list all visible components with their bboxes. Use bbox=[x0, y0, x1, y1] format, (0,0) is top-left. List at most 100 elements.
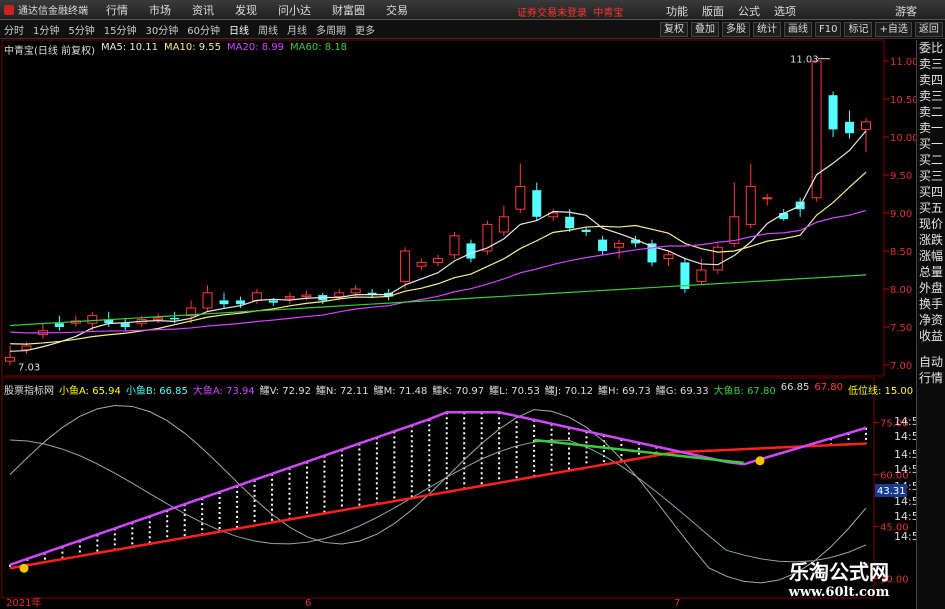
indicator-field: 鱷M: 71.48 bbox=[373, 386, 428, 397]
price-panel-header: 中青宝(日线 前复权) MA5: 10.11 MA10: 9.55 MA20: … bbox=[4, 42, 347, 57]
candle-up bbox=[515, 185, 526, 210]
candle-up bbox=[251, 292, 262, 301]
candle-up bbox=[284, 296, 295, 299]
indicator-field: 鱷J: 70.12 bbox=[544, 386, 594, 397]
indicator-side-tab-0[interactable]: 自动 bbox=[917, 354, 945, 370]
price-tick-label: 9.00 bbox=[890, 209, 912, 220]
side-tab-0[interactable]: 委比 bbox=[917, 40, 945, 56]
ma5-value: MA5: 10.11 bbox=[100, 42, 158, 53]
indicator-name[interactable]: 股票指标网 bbox=[4, 382, 54, 397]
ma60-value: MA60: 8.18 bbox=[290, 42, 348, 53]
candle-up bbox=[663, 254, 674, 260]
indicator-field: 鱷N: 72.11 bbox=[315, 386, 369, 397]
candle-up bbox=[400, 250, 411, 282]
side-tab-18[interactable]: 收益 bbox=[917, 328, 945, 344]
candle-up bbox=[153, 317, 164, 320]
indicator-field: 小鱼A: 65.94 bbox=[59, 386, 121, 397]
big-fish-a-line bbox=[9, 411, 867, 566]
side-tab-15[interactable]: 外盘 bbox=[917, 280, 945, 296]
indicator-field: 鱷L: 70.53 bbox=[489, 386, 540, 397]
candle-up bbox=[482, 223, 493, 252]
candle-up bbox=[202, 292, 213, 309]
low-price-label: 7.03 bbox=[18, 363, 40, 374]
price-tick-label: 9.50 bbox=[890, 171, 912, 182]
candle-down bbox=[170, 317, 180, 320]
candle-up bbox=[416, 261, 427, 267]
candle-up bbox=[745, 185, 756, 225]
watermark: 乐淘公式网 www.60lt.com bbox=[762, 560, 916, 608]
indicator-field: 小鱼B: 66.85 bbox=[125, 386, 188, 397]
candle-up bbox=[696, 269, 707, 282]
price-tick-label: 11.00 bbox=[890, 57, 919, 68]
side-tab-14[interactable]: 总量 bbox=[917, 264, 945, 280]
side-tab-7[interactable]: 买二 bbox=[917, 152, 945, 168]
candle-up bbox=[614, 242, 625, 248]
side-tab-5[interactable]: 卖一 bbox=[917, 120, 945, 136]
candle-down bbox=[828, 95, 838, 130]
candle-up bbox=[350, 288, 361, 294]
indicator-field: 67.80 bbox=[814, 382, 843, 393]
x-axis-label: 6 bbox=[305, 598, 311, 609]
indicator-field: 大鱼B: 67.80 bbox=[713, 386, 776, 397]
candle-down bbox=[54, 323, 64, 327]
ma10-value: MA10: 9.55 bbox=[164, 42, 222, 53]
side-tab-9[interactable]: 买四 bbox=[917, 184, 945, 200]
stock-title: 中青宝(日线 前复权) bbox=[4, 46, 95, 57]
candle-up bbox=[712, 246, 723, 271]
candle-up bbox=[811, 60, 822, 199]
indicator-field: 鱷K: 70.97 bbox=[432, 386, 485, 397]
quote-side-panel: 委比 卖三 卖四 卖三 卖二 卖一 买一 买二 买三 买四 买五 现价 涨跌 涨幅 总量 外盘 换手 净资 收益 自动… bbox=[916, 40, 945, 609]
candle-up bbox=[301, 294, 312, 298]
candle-down bbox=[219, 300, 229, 305]
side-tab-13[interactable]: 涨幅 bbox=[917, 248, 945, 264]
indicator-field: 大鱼A: 73.94 bbox=[192, 386, 255, 397]
small-fish-b-line bbox=[9, 439, 867, 563]
side-tab-6[interactable]: 买一 bbox=[917, 136, 945, 152]
candle-up bbox=[5, 356, 15, 362]
big-fish-b-placeholder bbox=[10, 412, 866, 565]
ma60-line bbox=[9, 274, 867, 327]
candle-down bbox=[268, 300, 278, 303]
indicator-field: 鱷G: 69.33 bbox=[655, 386, 709, 397]
price-tick-label: 7.50 bbox=[890, 323, 912, 334]
candle-up bbox=[334, 292, 345, 298]
watermark-url: www.60lt.com bbox=[788, 585, 890, 600]
side-tab-8[interactable]: 买三 bbox=[917, 168, 945, 184]
side-tab-2[interactable]: 卖四 bbox=[917, 72, 945, 88]
side-tab-10[interactable]: 买五 bbox=[917, 200, 945, 216]
side-tab-1[interactable]: 卖三 bbox=[917, 56, 945, 72]
ma20-value: MA20: 8.99 bbox=[227, 42, 285, 53]
price-tick-label: 8.50 bbox=[890, 247, 912, 258]
candle-up bbox=[433, 258, 443, 263]
candle-down bbox=[581, 229, 591, 232]
x-axis-label: 7 bbox=[674, 598, 680, 609]
indicator-field: 低位线: 15.00 bbox=[847, 386, 914, 397]
candle-down bbox=[565, 216, 575, 229]
side-tab-4[interactable]: 卖二 bbox=[917, 104, 945, 120]
candle-down bbox=[598, 239, 608, 251]
indicator-panel-frame bbox=[1, 377, 875, 599]
side-tab-11[interactable]: 现价 bbox=[917, 216, 945, 232]
candle-down bbox=[466, 243, 476, 259]
price-tick-label: 10.50 bbox=[890, 95, 919, 106]
indicator-field: 66.85 bbox=[780, 382, 810, 393]
side-tab-17[interactable]: 净资 bbox=[917, 312, 945, 328]
side-tab-16[interactable]: 换手 bbox=[917, 296, 945, 312]
side-tab-12[interactable]: 涨跌 bbox=[917, 232, 945, 248]
buy-signal-dot bbox=[19, 563, 29, 573]
price-tick-label: 10.00 bbox=[890, 133, 919, 144]
indicator-side-tab-1[interactable]: 行情 bbox=[917, 370, 945, 386]
candle-up bbox=[449, 235, 460, 256]
candle-down bbox=[235, 300, 245, 305]
candle-down bbox=[120, 323, 130, 327]
current-value-label: 43.31 bbox=[877, 486, 906, 497]
kline-chart[interactable]: 11.03 7.03 11.00 10.50 10.00 9.50 9.00 8.50 8.0… bbox=[0, 0, 945, 609]
candle-down bbox=[845, 121, 855, 134]
indicator-field: 鱷V: 72.92 bbox=[259, 386, 311, 397]
indicator-field: 鱷H: 69.73 bbox=[598, 386, 651, 397]
price-tick-label: 7.00 bbox=[890, 361, 912, 372]
side-tab-3[interactable]: 卖三 bbox=[917, 88, 945, 104]
high-price-label: 11.03 bbox=[790, 55, 819, 66]
candle-down bbox=[532, 190, 542, 217]
candle-up bbox=[762, 197, 773, 200]
